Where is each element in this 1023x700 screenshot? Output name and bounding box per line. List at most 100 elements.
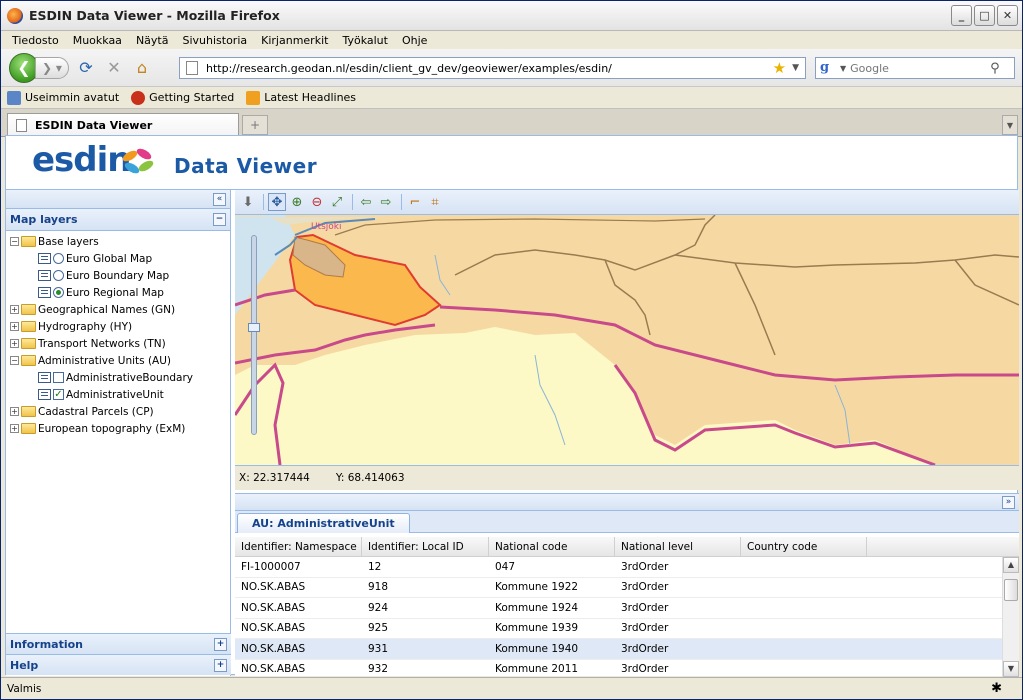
menu-bookmarks[interactable]: Kirjanmerkit bbox=[254, 34, 335, 47]
checkbox-administrative-unit[interactable]: ✓ bbox=[53, 389, 64, 400]
app-title: Data Viewer bbox=[174, 154, 318, 178]
zoom-slider-thumb[interactable] bbox=[248, 323, 260, 332]
radio-euro-global-map[interactable] bbox=[53, 253, 64, 264]
search-input[interactable] bbox=[850, 61, 991, 75]
stop-icon[interactable]: ✕ bbox=[103, 57, 125, 79]
zoom-in-tool-icon[interactable]: ⊕ bbox=[288, 193, 306, 211]
tree-node-administrative-boundary[interactable]: AdministrativeBoundary bbox=[6, 369, 230, 386]
zoom-extent-icon[interactable]: ⤢ bbox=[328, 193, 346, 211]
menu-history[interactable]: Sivuhistoria bbox=[175, 34, 254, 47]
menu-edit[interactable]: Muokkaa bbox=[66, 34, 129, 47]
tree-node-base-layers[interactable]: − Base layers bbox=[6, 233, 230, 250]
tab-list-dropdown-icon[interactable]: ▼ bbox=[1002, 115, 1018, 135]
next-extent-icon[interactable]: ⇨ bbox=[377, 193, 395, 211]
bottom-panel-collapse-bar: » bbox=[235, 494, 1019, 511]
map-canvas[interactable]: Utsjoki bbox=[235, 215, 1019, 465]
reload-icon[interactable]: ⟳ bbox=[75, 57, 97, 79]
menu-tools[interactable]: Työkalut bbox=[335, 34, 395, 47]
menu-file[interactable]: Tiedosto bbox=[5, 34, 66, 47]
table-row[interactable]: NO.SK.ABAS 924 Kommune 1924 3rdOrder bbox=[235, 598, 1019, 619]
map-layers-header[interactable]: Map layers − bbox=[6, 209, 230, 231]
table-row[interactable]: FI-1000007 12 047 3rdOrder bbox=[235, 557, 1019, 578]
url-bar[interactable]: http://research.geodan.nl/esdin/client_g… bbox=[179, 57, 806, 79]
cell-country-code bbox=[741, 578, 867, 598]
search-engine-dropdown-icon[interactable]: ▼ bbox=[840, 64, 846, 73]
tab-esdin-data-viewer[interactable]: ESDIN Data Viewer bbox=[7, 113, 239, 137]
forward-button[interactable]: ❯ ▾ bbox=[35, 56, 69, 79]
page-icon bbox=[186, 61, 198, 75]
tree-node-administrative-unit[interactable]: ✓ AdministrativeUnit bbox=[6, 386, 230, 403]
column-header-national-level[interactable]: National level bbox=[615, 537, 741, 556]
expand-help-button[interactable]: + bbox=[214, 659, 227, 672]
minimize-button[interactable]: _ bbox=[951, 5, 972, 26]
measure-area-icon[interactable]: ⌗ bbox=[426, 193, 444, 211]
search-box[interactable]: g ▼ ⚲ bbox=[815, 57, 1015, 79]
close-button[interactable]: ✕ bbox=[997, 5, 1018, 26]
collapse-map-layers-button[interactable]: − bbox=[213, 213, 226, 226]
home-icon[interactable]: ⌂ bbox=[131, 57, 153, 79]
tree-node-european-topography[interactable]: + European topography (ExM) bbox=[6, 420, 230, 437]
layer-icon bbox=[38, 372, 51, 383]
tree-node-administrative-units[interactable]: − Administrative Units (AU) bbox=[6, 352, 230, 369]
column-header-local-id[interactable]: Identifier: Local ID bbox=[362, 537, 489, 556]
expand-information-button[interactable]: + bbox=[214, 638, 227, 651]
pan-tool-icon[interactable]: ✥ bbox=[268, 193, 286, 211]
column-header-national-code[interactable]: National code bbox=[489, 537, 615, 556]
menu-help[interactable]: Ohje bbox=[395, 34, 434, 47]
tree-node-hydrography[interactable]: + Hydrography (HY) bbox=[6, 318, 230, 335]
column-header-namespace[interactable]: Identifier: Namespace bbox=[235, 537, 362, 556]
radio-euro-boundary-map[interactable] bbox=[53, 270, 64, 281]
scroll-up-icon[interactable]: ▲ bbox=[1003, 557, 1019, 573]
collapse-toggle-icon[interactable]: − bbox=[10, 356, 19, 365]
checkbox-administrative-boundary[interactable] bbox=[53, 372, 64, 383]
maximize-button[interactable]: □ bbox=[974, 5, 995, 26]
tree-node-euro-boundary-map[interactable]: Euro Boundary Map bbox=[6, 267, 230, 284]
table-row[interactable]: NO.SK.ABAS 932 Kommune 2011 3rdOrder bbox=[235, 660, 1019, 678]
bookmark-latest-headlines[interactable]: Latest Headlines bbox=[246, 90, 356, 105]
expand-toggle-icon[interactable]: + bbox=[10, 339, 19, 348]
bookmark-getting-started[interactable]: Getting Started bbox=[131, 90, 234, 105]
cell-national-code: Kommune 1924 bbox=[495, 601, 579, 614]
expand-toggle-icon[interactable]: + bbox=[10, 305, 19, 314]
url-dropdown-icon[interactable]: ▼ bbox=[792, 63, 799, 73]
collapse-left-panel-button[interactable]: « bbox=[213, 193, 226, 206]
previous-extent-icon[interactable]: ⇦ bbox=[357, 193, 375, 211]
bottom-panel-tabs: AU: AdministrativeUnit bbox=[235, 511, 1019, 533]
new-tab-button[interactable]: + bbox=[242, 115, 268, 135]
zoom-out-tool-icon[interactable]: ⊖ bbox=[308, 193, 326, 211]
tree-node-geographical-names[interactable]: + Geographical Names (GN) bbox=[6, 301, 230, 318]
table-row-selected[interactable]: NO.SK.ABAS 931 Kommune 1940 3rdOrder bbox=[235, 639, 1019, 660]
zoom-slider-track[interactable] bbox=[251, 235, 257, 435]
firebug-icon[interactable]: ✱ bbox=[991, 681, 1002, 696]
measure-line-icon[interactable]: ⌐ bbox=[406, 193, 424, 211]
expand-toggle-icon[interactable]: + bbox=[10, 322, 19, 331]
collapse-bottom-panel-button[interactable]: » bbox=[1002, 496, 1015, 509]
scroll-down-icon[interactable]: ▼ bbox=[1003, 661, 1019, 677]
bookmark-star-icon[interactable]: ★ bbox=[773, 59, 786, 77]
information-panel-header[interactable]: Information + bbox=[6, 633, 231, 654]
tree-node-euro-global-map[interactable]: Euro Global Map bbox=[6, 250, 230, 267]
radio-euro-regional-map[interactable] bbox=[53, 287, 64, 298]
tree-node-euro-regional-map[interactable]: Euro Regional Map bbox=[6, 284, 230, 301]
rss-feed-icon bbox=[246, 90, 261, 105]
tree-node-transport-networks[interactable]: + Transport Networks (TN) bbox=[6, 335, 230, 352]
folder-icon bbox=[21, 338, 36, 349]
map-download-icon[interactable]: ⬇ bbox=[239, 193, 257, 211]
table-row[interactable]: NO.SK.ABAS 918 Kommune 1922 3rdOrder bbox=[235, 578, 1019, 598]
expand-toggle-icon[interactable]: + bbox=[10, 424, 19, 433]
bookmark-most-visited[interactable]: Useimmin avatut bbox=[7, 90, 119, 105]
tab-au-administrative-unit[interactable]: AU: AdministrativeUnit bbox=[237, 513, 410, 533]
cell-national-level: 3rdOrder bbox=[621, 642, 669, 655]
google-icon[interactable]: g bbox=[820, 60, 836, 76]
url-text[interactable]: http://research.geodan.nl/esdin/client_g… bbox=[206, 62, 773, 75]
menu-view[interactable]: Näytä bbox=[129, 34, 176, 47]
collapse-toggle-icon[interactable]: − bbox=[10, 237, 19, 246]
scroll-thumb[interactable] bbox=[1004, 579, 1018, 601]
column-header-country-code[interactable]: Country code bbox=[741, 537, 867, 556]
search-icon[interactable]: ⚲ bbox=[990, 61, 1000, 76]
expand-toggle-icon[interactable]: + bbox=[10, 407, 19, 416]
table-row[interactable]: NO.SK.ABAS 925 Kommune 1939 3rdOrder bbox=[235, 619, 1019, 639]
help-panel-header[interactable]: Help + bbox=[6, 654, 231, 675]
grid-vertical-scrollbar[interactable]: ▲ ▼ bbox=[1002, 557, 1019, 677]
tree-node-cadastral-parcels[interactable]: + Cadastral Parcels (CP) bbox=[6, 403, 230, 420]
